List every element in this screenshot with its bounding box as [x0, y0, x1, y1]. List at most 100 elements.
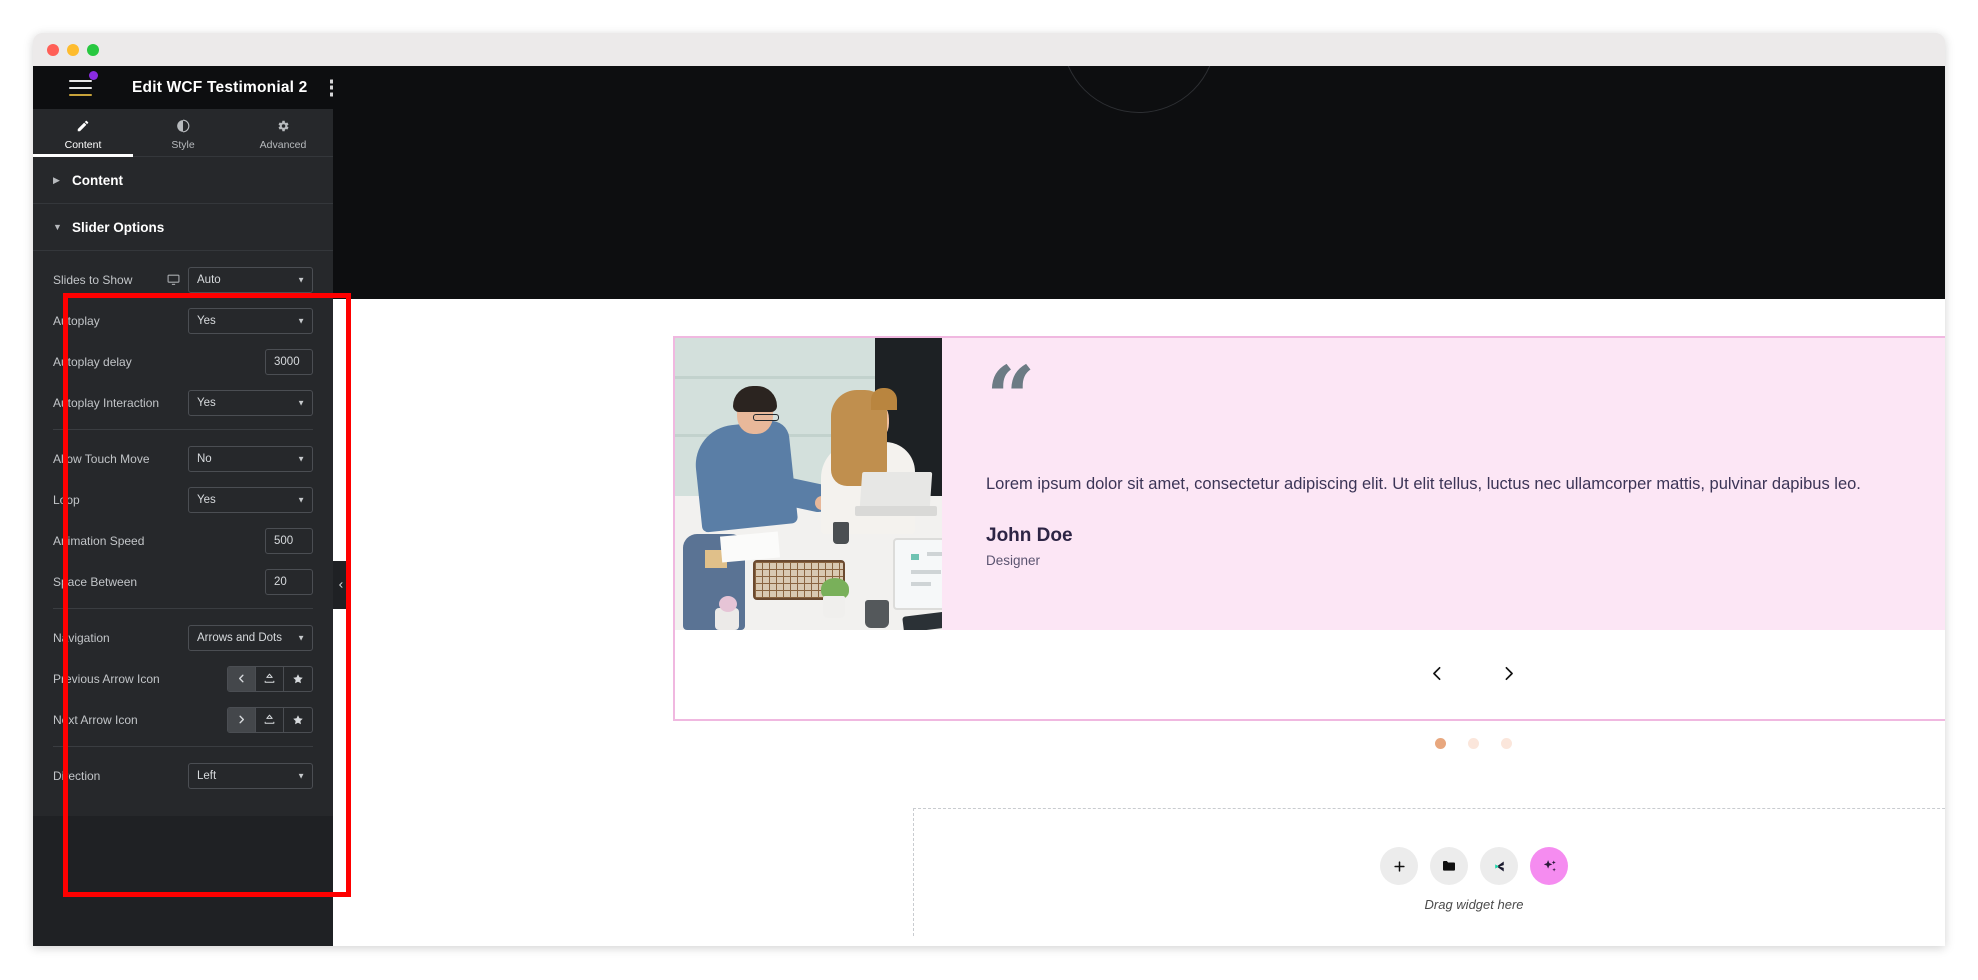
chevron-down-icon: ▼ [297, 495, 305, 504]
gear-icon [276, 119, 290, 135]
panel-header: Edit WCF Testimonial 2 [33, 66, 347, 109]
canvas-area: “ Lorem ipsum dolor sit amet, consectetu… [333, 66, 1945, 946]
select-value: Yes [197, 314, 216, 327]
tab-style[interactable]: Style [133, 109, 233, 156]
section-content-label: Content [72, 172, 123, 188]
canvas-header-strip [333, 66, 1945, 299]
autoplay-select[interactable]: Yes ▼ [188, 307, 313, 334]
control-label: Direction [53, 768, 101, 783]
control-label: Previous Arrow Icon [53, 671, 160, 686]
sparkle-icon[interactable] [1530, 847, 1568, 885]
slider-options-body: Slides to Show Auto ▼ Autoplay Yes ▼ Aut… [33, 263, 333, 816]
upload-icon[interactable] [256, 707, 285, 732]
minimize-window-button[interactable] [67, 43, 79, 56]
drop-zone-buttons [1380, 847, 1568, 885]
chevron-down-icon: ▼ [297, 316, 305, 325]
slider-dot[interactable] [1500, 738, 1512, 749]
input-value: 3000 [274, 355, 300, 368]
slider-next-button[interactable] [1500, 665, 1517, 687]
section-slider-options-label: Slider Options [72, 219, 165, 235]
testimonial-text: Lorem ipsum dolor sit amet, consectetur … [986, 474, 1861, 493]
desktop-icon[interactable] [167, 273, 180, 286]
window-body: Edit WCF Testimonial 2 Content Style Adv… [33, 66, 1945, 946]
editor-panel: Edit WCF Testimonial 2 Content Style Adv… [33, 66, 351, 946]
select-value: Left [197, 769, 217, 782]
control-autoplay: Autoplay Yes ▼ [53, 304, 313, 337]
testimonial-photo [675, 338, 942, 630]
input-value: 20 [274, 575, 287, 588]
decorative-circle [1061, 66, 1217, 113]
control-label: Autoplay [53, 313, 100, 328]
window-titlebar [33, 33, 1945, 66]
autoplay-interaction-select[interactable]: Yes ▼ [188, 389, 313, 416]
tab-content[interactable]: Content [33, 109, 133, 157]
chevron-right-icon: ▶ [53, 174, 60, 185]
upload-icon[interactable] [256, 666, 284, 691]
slider-navigation-arrows [675, 630, 1945, 721]
control-navigation: Navigation Arrows and Dots ▼ [53, 621, 313, 654]
control-previous-arrow-icon: Previous Arrow Icon [53, 662, 313, 695]
chevron-down-icon: ▼ [297, 633, 305, 642]
testimonial-author-role: Designer [986, 552, 1041, 568]
control-label: Autoplay delay [53, 354, 132, 369]
control-direction: Direction Left ▼ [53, 759, 313, 792]
widget-drop-zone[interactable]: Drag widget here [913, 808, 1945, 946]
notification-dot-icon [89, 71, 98, 80]
slider-dots [673, 738, 1945, 749]
folder-icon[interactable] [1430, 847, 1468, 885]
direction-select[interactable]: Left ▼ [188, 762, 313, 789]
tab-content-label: Content [64, 138, 102, 151]
testimonial-widget[interactable]: “ Lorem ipsum dolor sit amet, consectetu… [673, 336, 1945, 721]
maximize-window-button[interactable] [87, 43, 99, 56]
space-between-input[interactable]: 20 [265, 568, 313, 595]
control-allow-touch-move: Allow Touch Move No ▼ [53, 442, 313, 475]
control-label: Next Arrow Icon [53, 712, 138, 727]
input-value: 500 [274, 534, 294, 547]
divider [53, 608, 313, 609]
control-loop: Loop Yes ▼ [53, 483, 313, 516]
control-slides-to-show: Slides to Show Auto ▼ [53, 263, 313, 296]
testimonial-content: “ Lorem ipsum dolor sit amet, consectetu… [942, 338, 1945, 630]
control-space-between: Space Between 20 [53, 565, 313, 598]
star-icon[interactable] [284, 667, 312, 691]
pencil-icon [76, 119, 90, 135]
chevron-down-icon: ▼ [53, 222, 62, 232]
animation-speed-input[interactable]: 500 [265, 527, 313, 554]
drop-zone-label: Drag widget here [1424, 897, 1524, 912]
select-value: Yes [197, 493, 216, 506]
control-label: Allow Touch Move [53, 451, 150, 466]
allow-touch-move-select[interactable]: No ▼ [188, 445, 313, 472]
autoplay-delay-input[interactable]: 3000 [265, 348, 314, 375]
close-window-button[interactable] [47, 43, 59, 56]
star-icon[interactable] [284, 708, 312, 732]
slides-to-show-select[interactable]: Auto ▼ [188, 266, 313, 293]
next-arrow-icon-group [227, 706, 314, 733]
select-value: Yes [197, 396, 216, 409]
tab-advanced[interactable]: Advanced [233, 109, 333, 156]
control-label: Space Between [53, 574, 138, 589]
section-content[interactable]: ▶ Content [33, 157, 333, 204]
chevron-right-icon[interactable] [228, 707, 257, 732]
slider-prev-button[interactable] [1429, 665, 1446, 687]
divider [53, 746, 313, 747]
section-slider-options[interactable]: ▼ Slider Options [33, 204, 333, 251]
control-label: Animation Speed [53, 533, 145, 548]
control-autoplay-interaction: Autoplay Interaction Yes ▼ [53, 386, 313, 419]
chevron-left-icon[interactable] [228, 666, 256, 691]
quote-mark-icon: “ [986, 348, 1035, 449]
loop-select[interactable]: Yes ▼ [188, 486, 313, 513]
chevron-down-icon: ▼ [297, 454, 305, 463]
plus-icon[interactable] [1380, 847, 1418, 885]
panel-collapse-handle[interactable] [333, 561, 349, 609]
testimonial-card: “ Lorem ipsum dolor sit amet, consectetu… [675, 338, 1945, 630]
control-next-arrow-icon: Next Arrow Icon [53, 703, 314, 736]
navigation-select[interactable]: Arrows and Dots ▼ [188, 624, 313, 651]
brand-logo-icon[interactable] [1480, 847, 1518, 885]
testimonial-author-name: John Doe [986, 524, 1073, 546]
hamburger-menu-icon[interactable] [69, 79, 92, 96]
select-value: Arrows and Dots [197, 631, 283, 644]
control-animation-speed: Animation Speed 500 [53, 524, 313, 557]
slider-dot[interactable] [1467, 738, 1479, 749]
previous-arrow-icon-group [227, 665, 313, 692]
slider-dot[interactable] [1434, 738, 1446, 749]
